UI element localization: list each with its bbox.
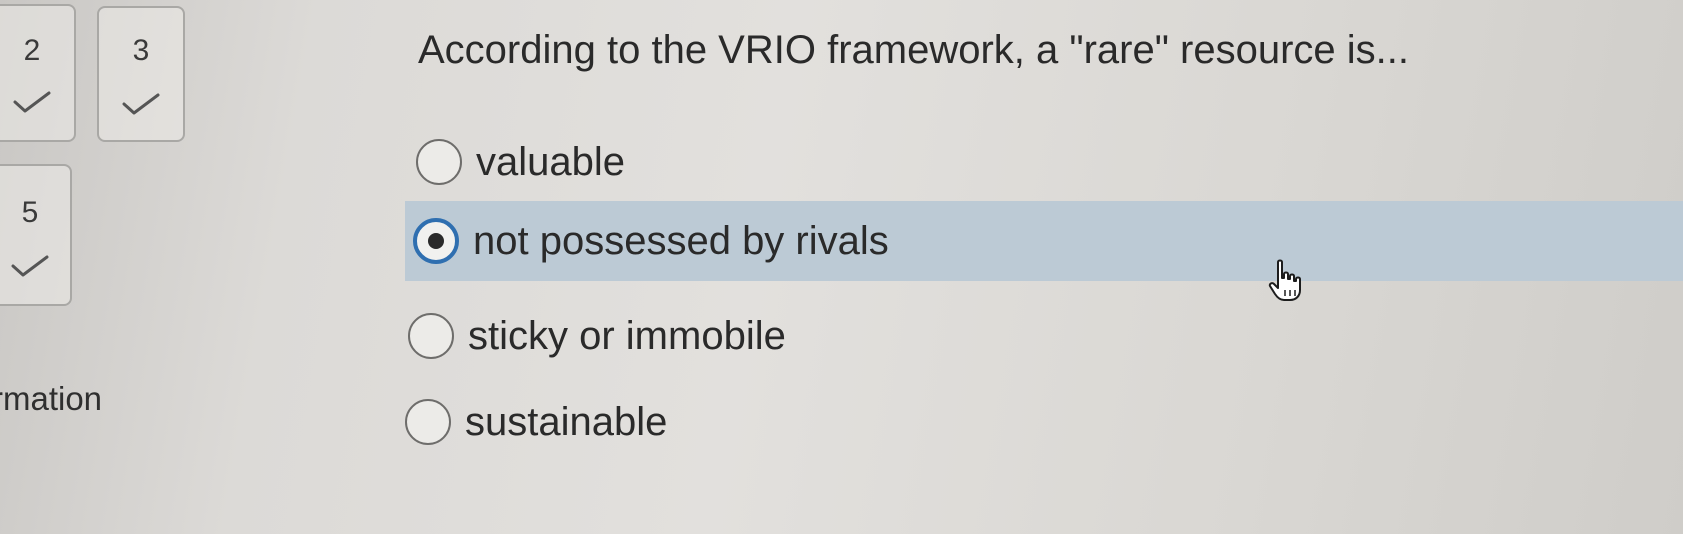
question-number: 2 xyxy=(23,34,41,67)
section-label[interactable]: rmation xyxy=(0,380,102,418)
checkmark-icon xyxy=(13,91,51,113)
answer-label: not possessed by rivals xyxy=(473,218,889,263)
question-tile-5[interactable]: 5 xyxy=(0,164,72,306)
answer-option-sustainable[interactable]: sustainable xyxy=(405,382,667,462)
radio-button[interactable] xyxy=(408,313,454,359)
answer-option-sticky-or-immobile[interactable]: sticky or immobile xyxy=(408,296,786,376)
answer-label: sustainable xyxy=(465,399,668,444)
checkmark-icon xyxy=(11,255,49,277)
radio-selected-dot xyxy=(428,233,444,249)
radio-button[interactable] xyxy=(405,399,451,445)
answer-option-not-possessed-by-rivals[interactable]: not possessed by rivals xyxy=(405,201,1683,281)
question-number: 5 xyxy=(21,196,39,229)
answer-option-valuable[interactable]: valuable xyxy=(416,122,625,202)
question-tile-3[interactable]: 3 xyxy=(97,6,185,142)
checkmark-icon xyxy=(122,93,160,115)
answer-label: sticky or immobile xyxy=(468,313,786,358)
question-tile-2[interactable]: 2 xyxy=(0,4,76,142)
radio-button-selected[interactable] xyxy=(413,218,459,264)
hand-pointer-icon xyxy=(1268,259,1301,301)
question-text: According to the VRIO framework, a "rare… xyxy=(418,28,1409,72)
answer-label: valuable xyxy=(476,139,626,184)
radio-button[interactable] xyxy=(416,139,462,185)
question-number: 3 xyxy=(132,34,150,67)
